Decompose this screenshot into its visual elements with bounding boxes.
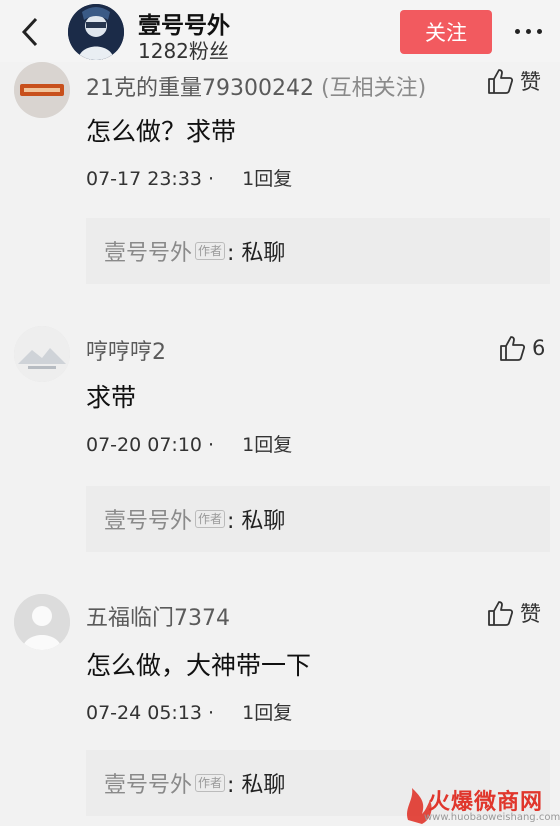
reply-author: 壹号号外 [104,773,193,798]
follower-count: 1282粉丝 [138,39,229,63]
commenter-name[interactable]: 21克的重量79300242 (互相关注) [86,70,426,102]
reply-author: 壹号号外 [104,241,193,266]
commenter-avatar[interactable] [14,326,70,382]
comment-time: 07-24 05:13 [86,702,203,724]
commenter-avatar[interactable] [14,594,70,650]
commenter-name[interactable]: 五福临门7374 [86,600,230,632]
like-button[interactable]: 赞 [486,66,541,96]
reply-count[interactable]: 1回复 [242,434,292,456]
comment-text: 怎么做？求带 [86,117,237,146]
comment-meta: 07-17 23:33 · 1回复 [86,168,293,190]
watermark-url: www.huobaoweishang.com [424,812,560,823]
reply-text: : 私聊 [227,241,286,266]
commenter-name[interactable]: 哼哼哼2 [86,334,166,366]
commenter-name-text: 21克的重量79300242 [86,76,314,101]
thumbs-up-icon [488,601,514,626]
more-options-icon[interactable] [508,14,548,48]
reply-preview[interactable]: 壹号号外 作者 : 私聊 [86,218,550,284]
reply-text: : 私聊 [227,509,286,534]
author-badge: 作者 [195,510,226,528]
comment-time: 07-17 23:33 [86,168,203,190]
mutual-follow-label: (互相关注) [320,76,427,101]
like-label: 赞 [520,602,541,626]
thumbs-up-icon [500,336,526,361]
like-label: 赞 [520,70,541,94]
comment-time: 07-20 07:10 [86,434,203,456]
thumbs-up-icon [488,69,514,94]
follow-button[interactable]: 关注 [400,10,492,54]
comment-meta: 07-20 07:10 · 1回复 [86,434,293,456]
comment-text: 求带 [86,383,137,412]
top-bar: 壹号号外 1282粉丝 关注 [0,0,560,63]
author-badge: 作者 [195,774,226,792]
reply-author: 壹号号外 [104,509,193,534]
reply-text: : 私聊 [227,773,286,798]
reply-count[interactable]: 1回复 [242,702,292,724]
like-button[interactable]: 赞 [486,598,541,628]
author-avatar[interactable] [68,4,124,60]
commenter-avatar[interactable] [14,62,70,118]
back-arrow-icon[interactable] [14,14,46,50]
like-button[interactable]: 6 [498,334,545,362]
comment-text: 怎么做，大神带一下 [86,651,312,680]
author-badge: 作者 [195,242,226,260]
like-count: 6 [532,336,546,360]
reply-preview[interactable]: 壹号号外 作者 : 私聊 [86,486,550,552]
comment-meta: 07-24 05:13 · 1回复 [86,702,293,724]
reply-count[interactable]: 1回复 [242,168,292,190]
